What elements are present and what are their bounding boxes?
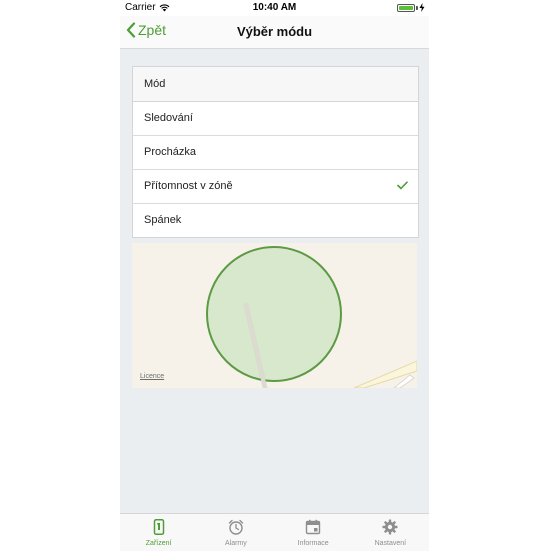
- zone-map[interactable]: Licence: [132, 243, 417, 388]
- calendar-icon: [305, 519, 321, 535]
- mode-list-header: Mód: [133, 67, 418, 102]
- tab-devices[interactable]: Zařízení: [120, 514, 197, 551]
- tab-label: Alarmy: [224, 540, 247, 547]
- tab-settings[interactable]: Nastavení: [352, 514, 429, 551]
- mode-item-walk[interactable]: Procházka: [133, 136, 418, 170]
- main-content: Mód Sledování Procházka Přítomnost v zón…: [120, 49, 429, 513]
- device-icon: [153, 519, 164, 535]
- mode-item-label: Spánek: [144, 214, 182, 226]
- mode-list: Mód Sledování Procházka Přítomnost v zón…: [132, 66, 419, 238]
- tab-label: Zařízení: [145, 540, 172, 547]
- map-canvas: [132, 243, 417, 388]
- phone-screen: Carrier 10:40 AM Zpět Výběr módu Mód Sle…: [120, 0, 429, 551]
- charging-bolt-icon: [419, 3, 425, 12]
- page-title: Výběr módu: [236, 24, 313, 39]
- mode-item-label: Procházka: [144, 146, 196, 158]
- tab-label: Informace: [297, 540, 329, 547]
- battery-icon: [397, 3, 415, 12]
- geofence-zone: [206, 246, 342, 382]
- tab-alarms[interactable]: Alarmy: [197, 514, 274, 551]
- tab-information[interactable]: Informace: [275, 514, 352, 551]
- status-time: 10:40 AM: [252, 2, 297, 13]
- map-licence-link[interactable]: Licence: [140, 373, 164, 380]
- tab-bar: Zařízení Alarmy Informace Nastavení: [120, 513, 429, 551]
- battery-indicator: [397, 3, 425, 12]
- mode-item-tracking[interactable]: Sledování: [133, 102, 418, 136]
- mode-item-label: Sledování: [144, 112, 193, 124]
- status-bar: Carrier 10:40 AM: [120, 0, 429, 16]
- mode-item-sleep[interactable]: Spánek: [133, 204, 418, 237]
- checkmark-icon: [397, 181, 408, 190]
- tab-label: Nastavení: [374, 540, 407, 547]
- alarm-clock-icon: [228, 519, 244, 535]
- mode-item-label: Přítomnost v zóně: [144, 180, 233, 192]
- mode-item-zone-presence[interactable]: Přítomnost v zóně: [133, 170, 418, 204]
- gear-icon: [382, 519, 398, 535]
- navigation-bar: Zpět Výběr módu: [120, 16, 429, 49]
